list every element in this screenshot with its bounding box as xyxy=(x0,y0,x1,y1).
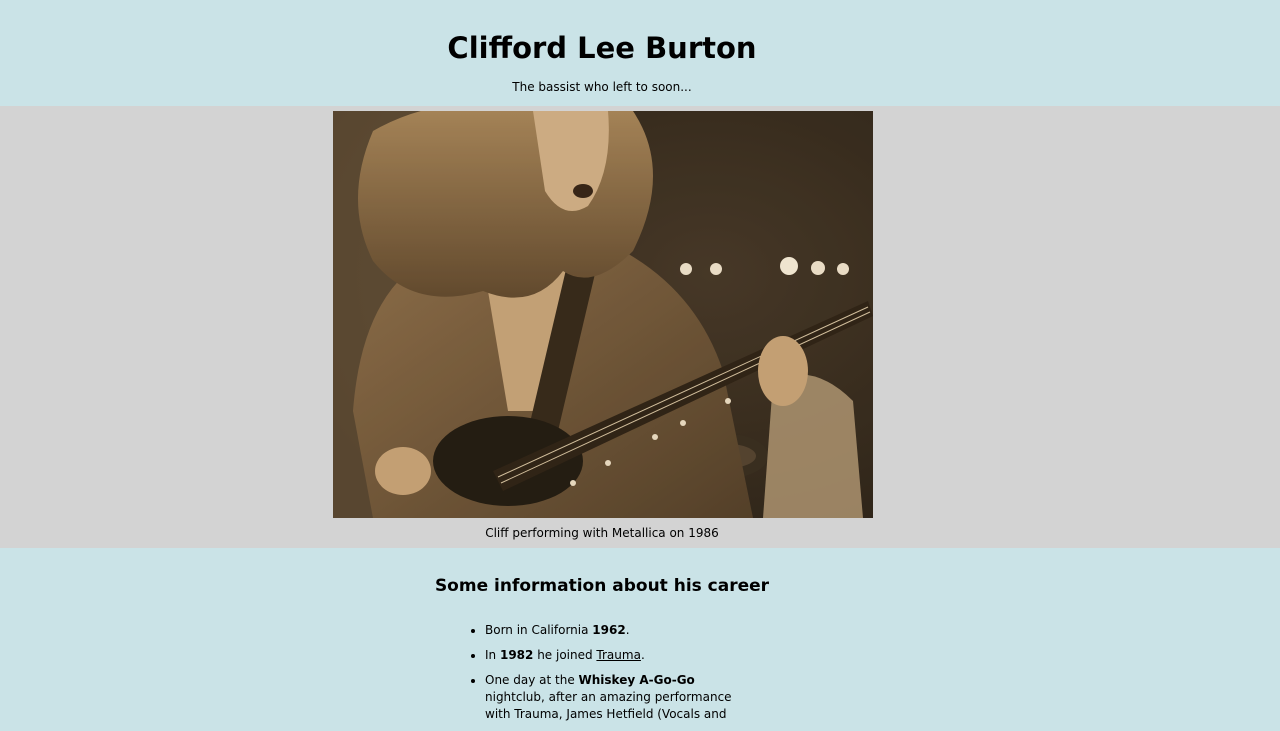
career-item-text: . xyxy=(625,623,630,637)
career-item-venue: Whiskey A-Go-Go xyxy=(578,673,695,687)
career-item-text: In xyxy=(485,648,500,662)
page-subtitle: The bassist who left to soon... xyxy=(512,80,692,94)
list-item: One day at the Whiskey A-Go-Go nightclub… xyxy=(485,672,747,723)
list-item: Born in California 1962. xyxy=(485,622,747,639)
career-item-year: 1982 xyxy=(499,648,534,662)
photo-section: Cliff performing with Metallica on 1986 xyxy=(0,106,1280,548)
cliff-burton-photo xyxy=(333,111,873,518)
page-title: Clifford Lee Burton xyxy=(447,31,757,65)
career-item-text: One day at the xyxy=(485,673,579,687)
career-item-text: he joined xyxy=(533,648,597,662)
career-item-text: Born in California xyxy=(485,623,593,637)
career-heading: Some information about his career xyxy=(434,576,770,596)
trauma-link[interactable]: Trauma xyxy=(596,648,641,662)
career-section: Some information about his career Born i… xyxy=(0,548,1280,721)
career-item-text: nightclub, after an amazing performance … xyxy=(485,690,732,721)
career-list: Born in California 1962. In 1982 he join… xyxy=(467,622,747,731)
career-item-year: 1962 xyxy=(592,623,626,637)
page-header: Clifford Lee Burton The bassist who left… xyxy=(0,0,1280,106)
career-item-text: . xyxy=(640,648,645,662)
list-item: In 1982 he joined Trauma. xyxy=(485,647,747,664)
photo-caption: Cliff performing with Metallica on 1986 xyxy=(485,526,719,540)
